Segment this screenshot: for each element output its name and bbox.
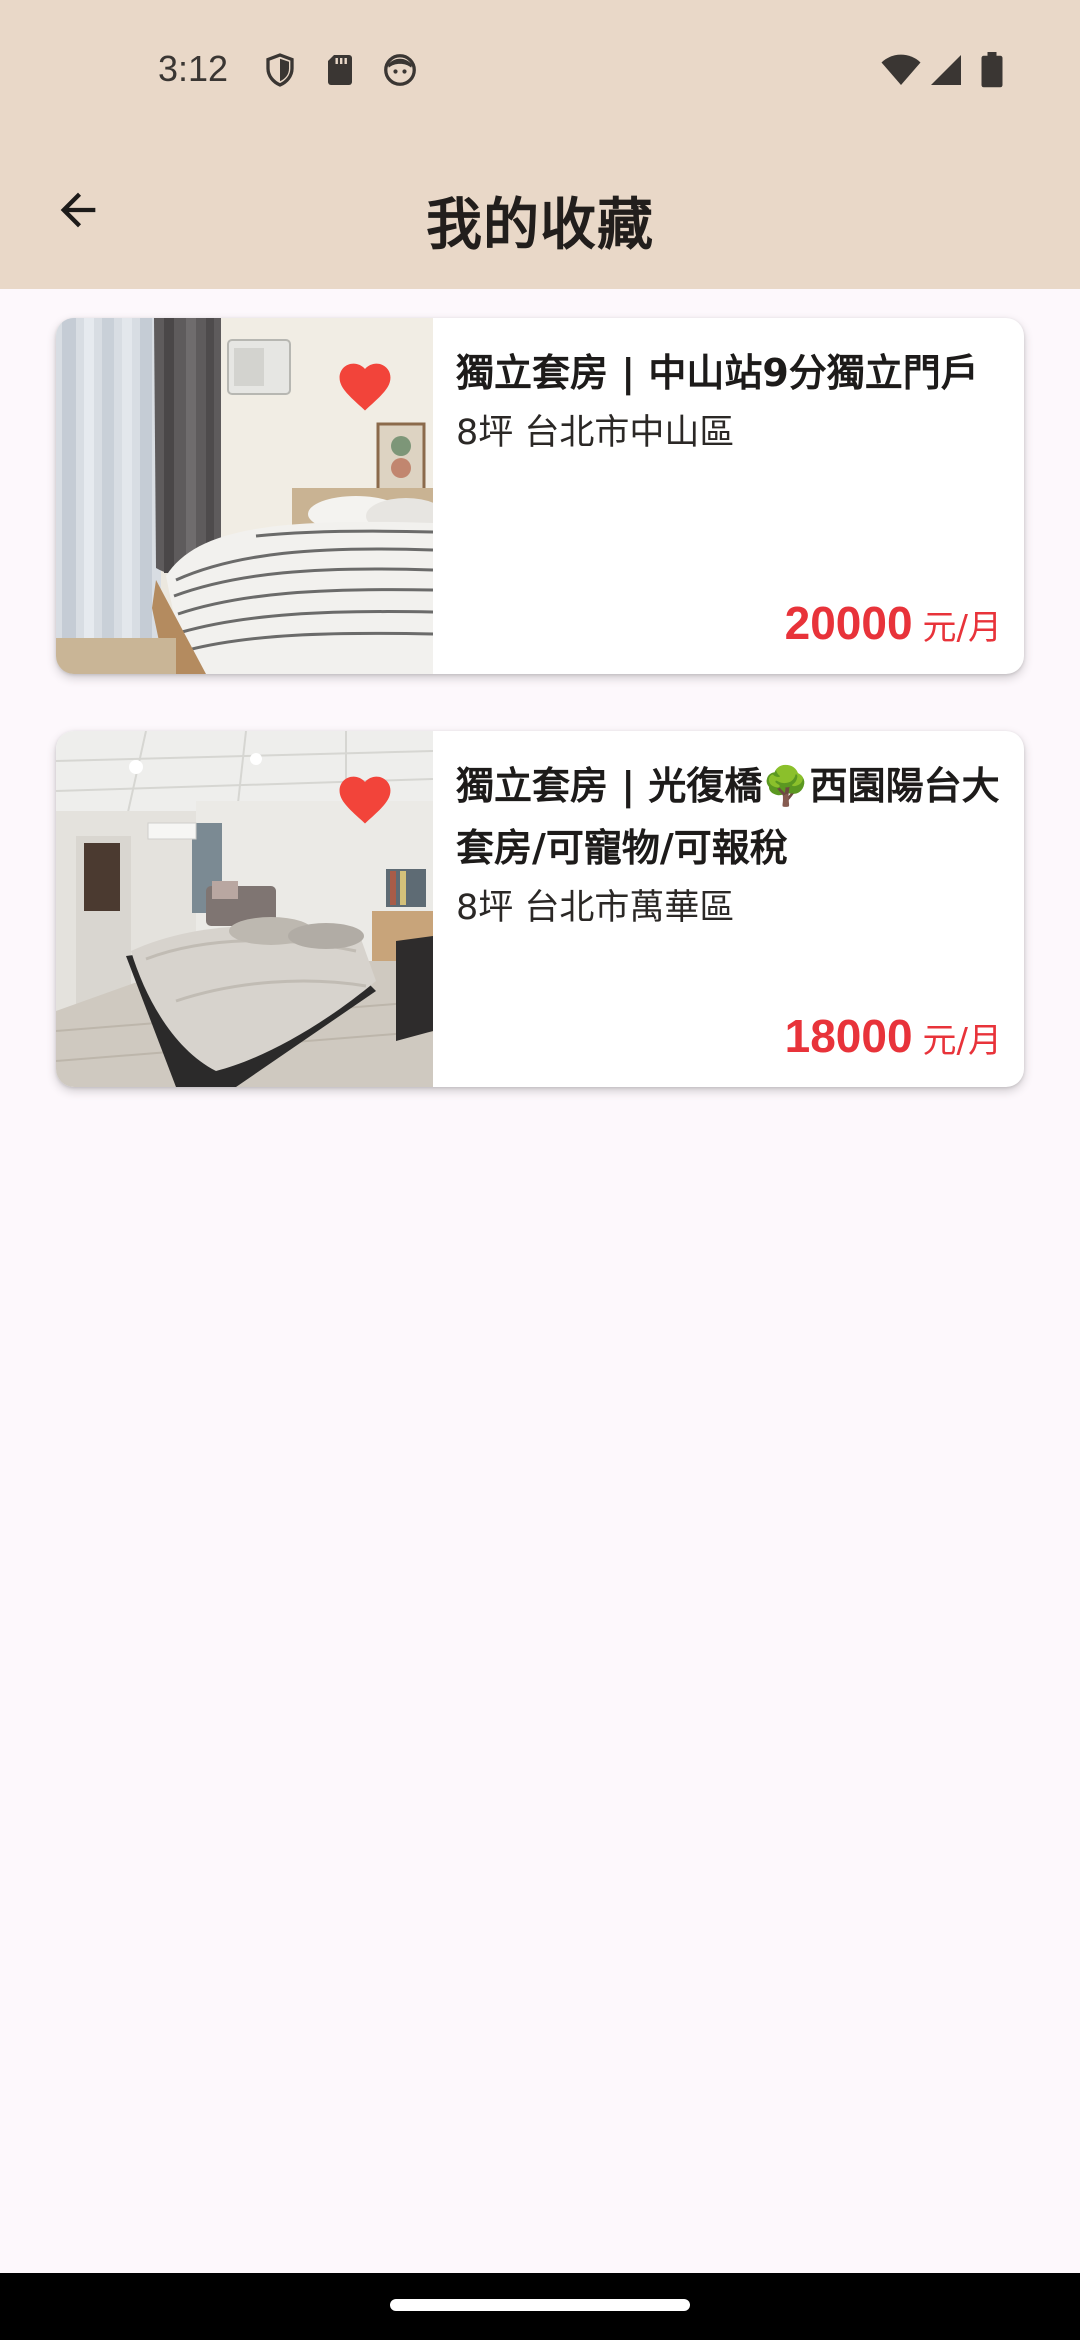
listing-price: 18000 xyxy=(784,1010,913,1062)
wifi-icon xyxy=(880,52,922,88)
status-time: 3:12 xyxy=(158,48,229,89)
app-bar: 我的收藏 xyxy=(0,140,1080,289)
listing-info: 獨立套房 | 光復橋🌳西園陽台大套房/可寵物/可報稅 8坪 台北市萬華區 180… xyxy=(456,755,1008,1071)
favorites-list: 獨立套房 | 中山站9分獨立門戶 8坪 台北市中山區 20000 元/月 獨立套… xyxy=(56,318,1024,1144)
top-bar: 3:12 我的收藏 xyxy=(0,0,1080,289)
listing-price: 20000 xyxy=(784,597,913,649)
status-bar: 3:12 xyxy=(0,0,1080,140)
listing-card[interactable]: 獨立套房 | 中山站9分獨立門戶 8坪 台北市中山區 20000 元/月 xyxy=(56,318,1024,674)
listing-title: 獨立套房 | 光復橋🌳西園陽台大套房/可寵物/可報稅 xyxy=(456,764,1000,870)
signal-icon xyxy=(928,52,964,88)
favorite-heart-icon[interactable] xyxy=(334,769,396,825)
favorite-heart-icon[interactable] xyxy=(334,356,396,412)
listing-info: 獨立套房 | 中山站9分獨立門戶 8坪 台北市中山區 20000 元/月 xyxy=(456,342,1008,658)
battery-icon xyxy=(980,52,1004,88)
listing-card[interactable]: 獨立套房 | 光復橋🌳西園陽台大套房/可寵物/可報稅 8坪 台北市萬華區 180… xyxy=(56,731,1024,1087)
listing-title: 獨立套房 | 中山站9分獨立門戶 xyxy=(456,351,979,395)
face-icon xyxy=(382,52,418,88)
listing-photo xyxy=(56,731,433,1087)
listing-price-unit: 元/月 xyxy=(922,608,1002,648)
favorites-screen: 3:12 我的收藏 獨立套房 | 中山站9分獨立門戶 8坪 台北市中山區 200… xyxy=(0,0,1080,2340)
listing-size-location: 8坪 台北市萬華區 xyxy=(456,888,735,928)
listing-price-row: 20000 元/月 xyxy=(785,596,1002,650)
listing-price-row: 18000 元/月 xyxy=(785,1009,1002,1063)
listing-price-unit: 元/月 xyxy=(922,1021,1002,1061)
page-title: 我的收藏 xyxy=(426,193,654,258)
listing-size-location: 8坪 台北市中山區 xyxy=(456,413,735,453)
listing-photo xyxy=(56,318,433,674)
sd-card-icon xyxy=(322,52,358,88)
shield-icon xyxy=(262,52,298,88)
system-nav-bar xyxy=(0,2273,1080,2340)
home-indicator[interactable] xyxy=(390,2299,690,2311)
